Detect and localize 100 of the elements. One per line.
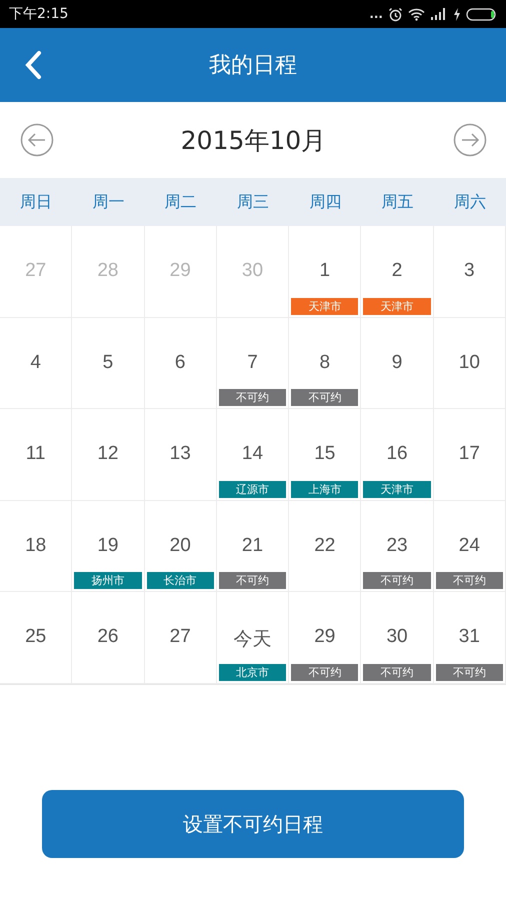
day-cell[interactable]: 今天 北京市 [216,592,290,684]
day-number: 8 [319,352,330,374]
day-cell[interactable]: 22 [289,500,362,592]
page-title: 我的日程 [209,52,297,80]
day-cell[interactable]: 25 [0,592,72,684]
event-tag: 上海市 [291,480,358,498]
day-number: 23 [386,534,408,557]
day-cell[interactable]: 31 不可约 [434,592,506,684]
event-tag: 不可约 [363,572,431,590]
month-title: 2015年10月 [180,124,326,156]
event-tag: 不可约 [218,389,286,406]
event-tag: 不可约 [291,664,358,681]
day-cell[interactable]: 30 不可约 [361,592,434,684]
event-tag: 长治市 [146,572,214,590]
day-cell[interactable]: 11 [0,409,72,501]
day-number: 14 [242,443,264,466]
day-number: 3 [464,260,475,282]
day-number: 22 [314,534,336,557]
day-number: 27 [170,626,191,648]
event-tag: 辽源市 [218,480,286,498]
day-number: 21 [242,534,264,557]
day-number: 6 [174,352,186,374]
event-tag: 扬州市 [74,572,142,590]
day-number: 9 [392,352,402,374]
day-number: 26 [97,626,118,648]
day-cell[interactable]: 29 不可约 [289,592,362,684]
day-number: 13 [170,443,191,466]
day-number: 18 [25,534,46,557]
day-number: 17 [458,443,480,466]
day-cell[interactable]: 20 长治市 [144,500,217,592]
day-number: 29 [314,626,336,648]
day-cell[interactable]: 12 [72,409,145,501]
day-number: 1 [319,260,330,282]
day-number: 30 [242,260,264,282]
back-button[interactable] [24,50,42,80]
weekday-label: 周四 [309,192,342,212]
day-cell[interactable]: 9 [361,318,434,410]
event-tag: 不可约 [363,664,431,681]
event-tag: 天津市 [291,298,358,315]
day-cell[interactable]: 26 [72,592,145,684]
event-tag: 不可约 [291,389,358,406]
day-cell[interactable]: 1 天津市 [289,226,362,318]
day-number: 10 [458,352,480,374]
day-cell[interactable]: 13 [144,409,217,501]
day-cell[interactable]: 21 不可约 [216,500,290,592]
notification-dots: ... [369,7,383,21]
day-cell[interactable]: 8 不可约 [289,318,362,410]
event-tag: 不可约 [218,572,286,590]
status-time: 下午2:15 [9,5,68,23]
day-cell[interactable]: 14 辽源市 [216,409,290,501]
day-number: 11 [26,443,46,466]
day-cell[interactable]: 17 [434,409,506,501]
day-cell[interactable]: 18 [0,500,72,592]
day-cell[interactable]: 6 [144,318,217,410]
day-number: 29 [170,260,191,282]
day-cell[interactable]: 5 [72,318,145,410]
day-number: 2 [392,260,402,282]
weekday-label: 周六 [454,192,486,212]
charging-icon [453,8,461,20]
previous-month-button[interactable] [20,123,54,157]
day-number: 20 [170,534,191,557]
day-number: 今天 [233,628,272,652]
day-number: 30 [386,626,408,648]
day-number: 12 [97,443,118,466]
next-month-button[interactable] [453,123,487,157]
day-cell[interactable]: 4 [0,318,72,410]
day-cell[interactable]: 2 天津市 [361,226,434,318]
day-cell[interactable]: 3 [434,226,506,318]
weekday-label: 周五 [382,192,414,212]
signal-icon [430,8,448,20]
day-cell[interactable]: 16 天津市 [361,409,434,501]
event-tag: 不可约 [436,572,503,590]
alarm-clock-icon [388,6,403,22]
day-number: 24 [458,534,480,557]
event-tag: 不可约 [436,664,503,681]
day-number: 5 [102,352,114,374]
weekday-label: 周二 [164,192,197,212]
event-tag: 北京市 [218,664,286,681]
day-cell[interactable]: 15 上海市 [289,409,362,501]
day-cell[interactable]: 27 [144,592,217,684]
weekday-label: 周三 [236,192,269,212]
day-number: 31 [458,626,480,648]
day-cell[interactable]: 24 不可约 [434,500,506,592]
event-tag: 天津市 [363,480,431,498]
weekday-label: 周日 [20,192,52,212]
weekday-label: 周一 [92,192,124,212]
day-cell[interactable]: 23 不可约 [361,500,434,592]
day-cell[interactable]: 19 扬州市 [72,500,145,592]
day-cell[interactable]: 10 [434,318,506,410]
day-number: 7 [247,352,258,374]
day-cell[interactable]: 7 不可约 [216,318,290,410]
day-number: 25 [25,626,46,648]
day-number: 16 [386,443,408,466]
wifi-icon [408,8,425,20]
event-tag: 天津市 [363,298,431,315]
day-number: 19 [97,534,118,557]
day-number: 15 [314,443,336,466]
set-unavailable-button[interactable]: 设置不可约日程 [42,790,464,858]
day-number: 28 [97,260,118,282]
battery-icon [466,8,498,20]
